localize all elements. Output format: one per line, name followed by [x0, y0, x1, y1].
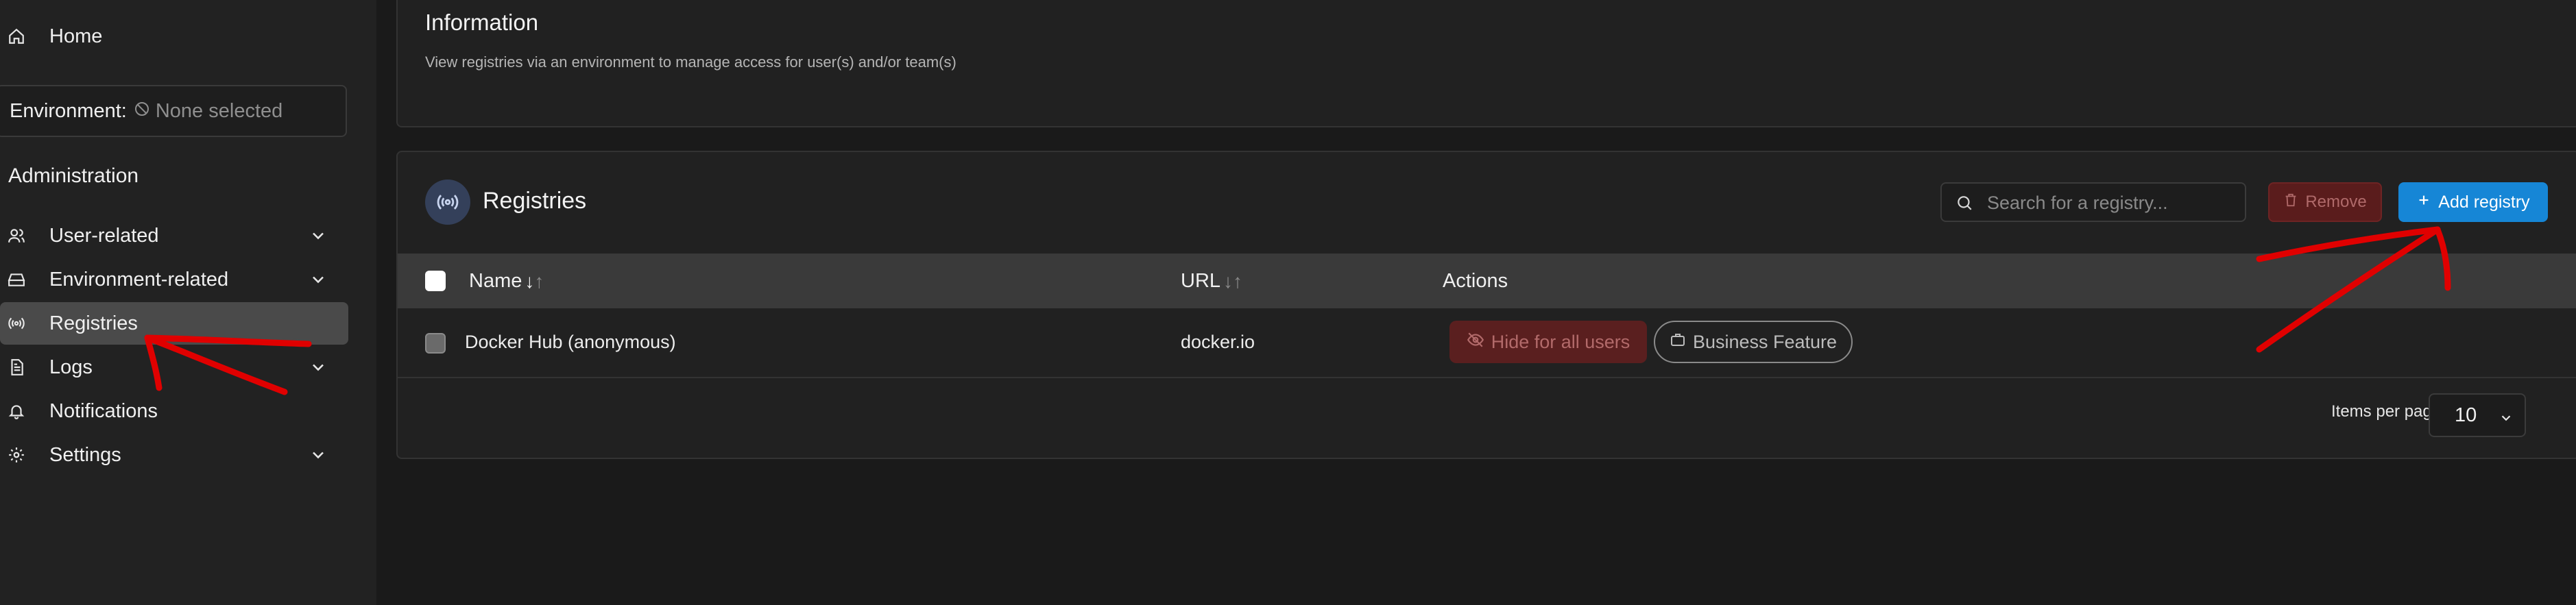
business-feature-badge[interactable]: Business Feature — [1654, 321, 1853, 363]
sidebar-item-label: Registries — [49, 312, 138, 334]
sidebar-item-label: Settings — [49, 443, 121, 466]
sidebar: Home Environment: None selected Administ… — [0, 0, 376, 605]
table-header: Name ↓↑ URL ↓↑ Actions — [398, 254, 2576, 308]
registry-url: docker.io — [1181, 332, 1255, 352]
hide-label: Hide for all users — [1491, 331, 1630, 352]
sidebar-item-label: Environment-related — [49, 268, 229, 291]
sidebar-item-label: Notifications — [49, 399, 158, 422]
environment-selector[interactable]: Environment: None selected — [0, 85, 347, 137]
information-title: Information — [425, 10, 539, 35]
chevron-down-icon — [309, 358, 328, 377]
sort-icon: ↓↑ — [525, 270, 544, 292]
sidebar-item-settings[interactable]: Settings — [0, 434, 348, 476]
administration-heading: Administration — [8, 164, 139, 187]
environment-value: None selected — [155, 99, 283, 122]
radio-icon — [7, 314, 26, 333]
items-per-page-select[interactable]: 10 — [2429, 393, 2526, 437]
users-icon — [7, 226, 26, 245]
plus-icon — [2416, 193, 2431, 212]
sidebar-item-notifications[interactable]: Notifications — [0, 390, 348, 432]
registries-panel: Registries Remove Add registry Name ↓↑ U… — [396, 151, 2576, 459]
sort-icon: ↓↑ — [1223, 270, 1243, 292]
hide-for-all-users-button[interactable]: Hide for all users — [1449, 321, 1647, 363]
column-header-name[interactable]: Name ↓↑ — [469, 270, 544, 293]
column-header-actions: Actions — [1443, 270, 1508, 292]
bell-icon — [7, 402, 26, 421]
business-feature-label: Business Feature — [1692, 331, 1838, 352]
registry-name: Docker Hub (anonymous) — [465, 332, 676, 352]
chevron-down-icon — [309, 226, 328, 245]
sidebar-item-label: Logs — [49, 356, 93, 378]
chevron-down-icon — [309, 270, 328, 289]
information-panel: Information View registries via an envir… — [396, 0, 2576, 127]
registries-title: Registries — [483, 188, 587, 214]
chevron-down-icon — [2499, 408, 2514, 423]
search-icon — [1955, 194, 1973, 212]
search-input[interactable] — [1987, 189, 2234, 217]
environment-label: Environment: — [10, 99, 127, 122]
gear-icon — [7, 445, 26, 465]
table-row: Docker Hub (anonymous) docker.io Hide fo… — [398, 308, 2576, 378]
remove-label: Remove — [2305, 193, 2367, 211]
radio-icon — [425, 180, 470, 225]
add-registry-label: Add registry — [2438, 192, 2530, 212]
items-per-page-value: 10 — [2455, 404, 2477, 426]
column-header-url[interactable]: URL ↓↑ — [1181, 270, 1242, 293]
briefcase-icon — [1670, 332, 1686, 353]
trash-icon — [2283, 193, 2298, 212]
sidebar-item-label: User-related — [49, 224, 159, 247]
hard-drive-icon — [7, 270, 26, 289]
home-icon — [7, 27, 26, 46]
add-registry-button[interactable]: Add registry — [2398, 182, 2548, 222]
items-per-page-label: Items per page — [2331, 402, 2442, 421]
sidebar-item-user-related[interactable]: User-related — [0, 214, 348, 257]
search-box[interactable] — [1940, 182, 2246, 222]
eye-off-icon — [1467, 331, 1484, 354]
sidebar-item-label: Home — [49, 25, 103, 47]
select-all-checkbox[interactable] — [425, 271, 446, 291]
sidebar-item-logs[interactable]: Logs — [0, 346, 348, 388]
remove-button[interactable]: Remove — [2268, 182, 2382, 222]
sidebar-item-environment-related[interactable]: Environment-related — [0, 258, 348, 301]
ban-icon — [134, 100, 150, 123]
file-text-icon — [7, 358, 26, 377]
row-checkbox[interactable] — [425, 333, 446, 354]
sidebar-item-home[interactable]: Home — [0, 15, 348, 58]
sidebar-item-registries[interactable]: Registries — [0, 302, 348, 345]
chevron-down-icon — [309, 445, 328, 465]
information-text: View registries via an environment to ma… — [425, 53, 956, 71]
